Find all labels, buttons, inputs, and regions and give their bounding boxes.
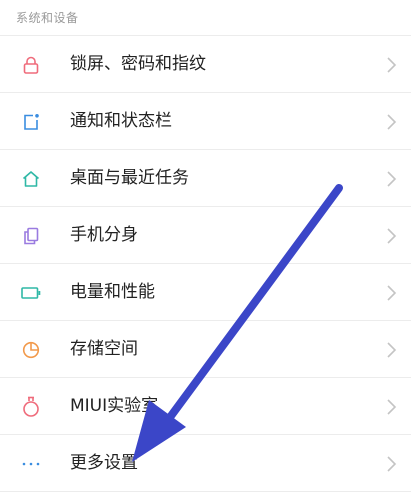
settings-item-miui-lab[interactable]: MIUI实验室 — [0, 378, 411, 435]
settings-item-label: 锁屏、密码和指纹 — [70, 54, 206, 74]
settings-item-battery[interactable]: 电量和性能 — [0, 264, 411, 321]
settings-item-label: MIUI实验室 — [70, 396, 159, 416]
more-dots-icon — [20, 454, 42, 474]
settings-list: 锁屏、密码和指纹 通知和状态栏 桌面与最近任务 手机分身 电量和性能 存储空间 … — [0, 35, 411, 492]
settings-item-storage[interactable]: 存储空间 — [0, 321, 411, 378]
settings-item-label: 桌面与最近任务 — [70, 168, 189, 188]
settings-item-dual-apps[interactable]: 手机分身 — [0, 207, 411, 264]
lock-icon — [20, 55, 42, 75]
storage-pie-icon — [20, 340, 42, 360]
settings-item-notifications[interactable]: 通知和状态栏 — [0, 93, 411, 150]
home-icon — [20, 169, 42, 189]
settings-item-lockscreen[interactable]: 锁屏、密码和指纹 — [0, 36, 411, 93]
chevron-right-icon — [385, 455, 397, 473]
chevron-right-icon — [385, 284, 397, 302]
phone-clone-icon — [20, 226, 42, 246]
chevron-right-icon — [385, 56, 397, 74]
chevron-right-icon — [385, 398, 397, 416]
settings-item-label: 通知和状态栏 — [70, 111, 172, 131]
settings-item-label: 手机分身 — [70, 225, 138, 245]
chevron-right-icon — [385, 170, 397, 188]
settings-item-label: 更多设置 — [70, 453, 138, 473]
lab-flask-icon — [20, 396, 42, 417]
settings-item-home-screen[interactable]: 桌面与最近任务 — [0, 150, 411, 207]
chevron-right-icon — [385, 113, 397, 131]
notification-icon — [20, 112, 42, 132]
settings-item-label: 存储空间 — [70, 339, 138, 359]
chevron-right-icon — [385, 227, 397, 245]
chevron-right-icon — [385, 341, 397, 359]
section-header: 系统和设备 — [16, 11, 79, 25]
settings-item-more-settings[interactable]: 更多设置 — [0, 435, 411, 492]
settings-item-label: 电量和性能 — [70, 282, 155, 302]
battery-icon — [20, 283, 42, 303]
